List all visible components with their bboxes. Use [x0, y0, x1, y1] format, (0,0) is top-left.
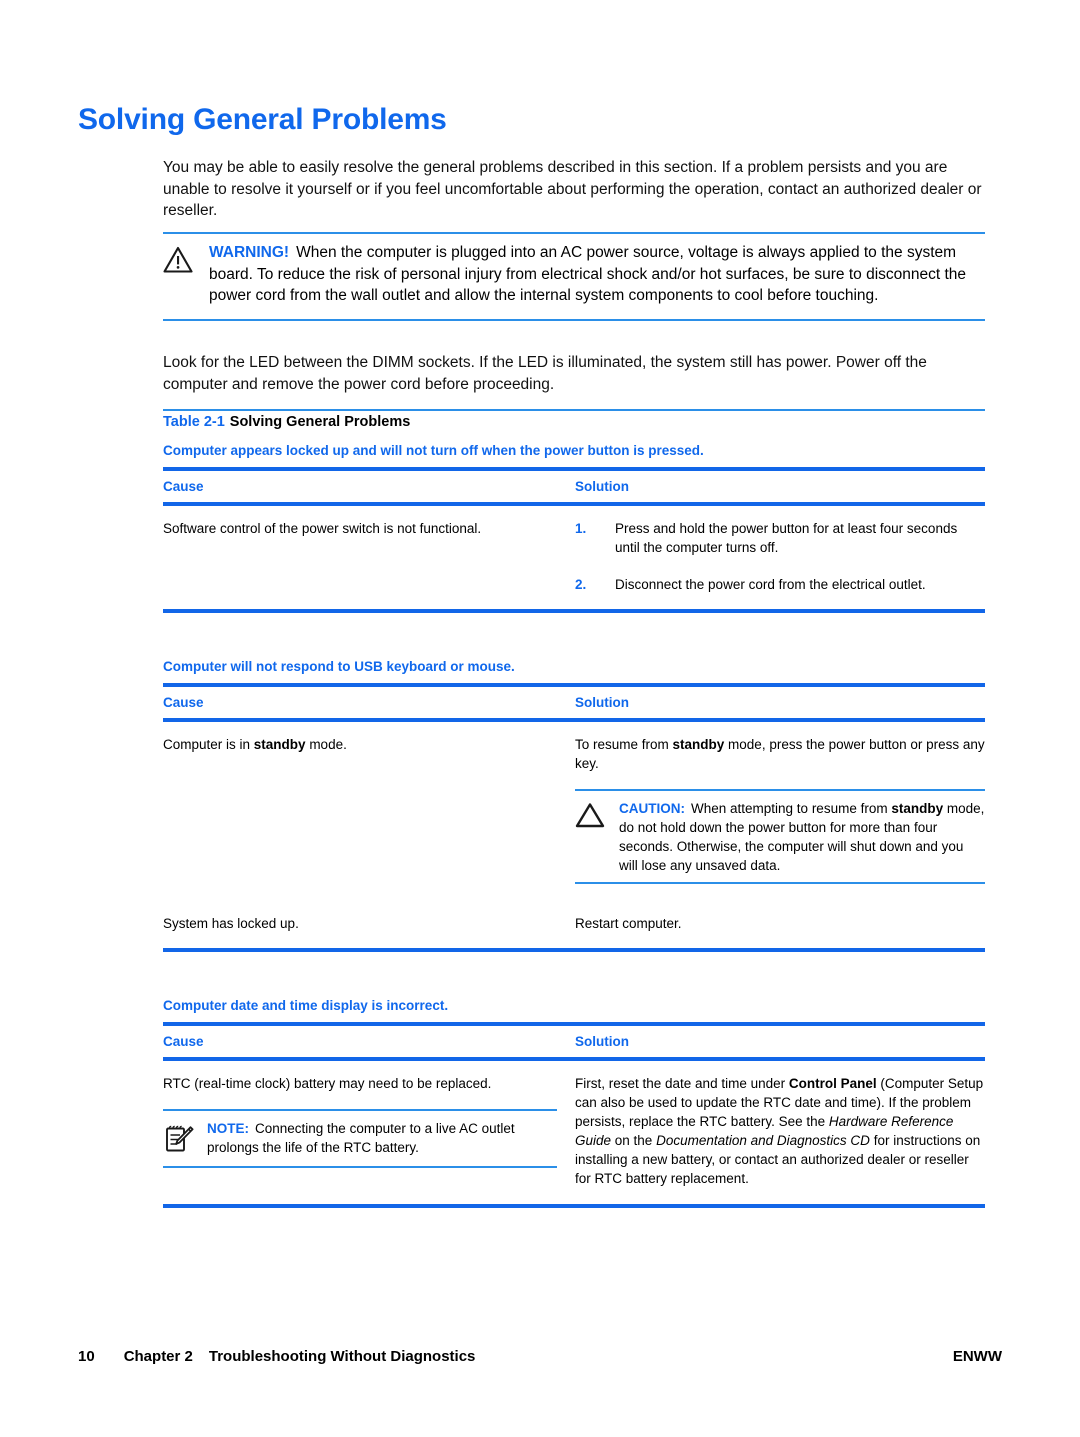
solution-text-bold: standby — [672, 737, 725, 752]
page-footer: 10 Chapter 2 Troubleshooting Without Dia… — [78, 1348, 1002, 1365]
section-title: Computer appears locked up and will not … — [163, 443, 704, 458]
header-cause: Cause — [163, 695, 204, 710]
led-note-rule — [163, 409, 985, 411]
cell-cause: RTC (real-time clock) battery may need t… — [163, 1074, 575, 1188]
note-admonition: NOTE: Connecting the computer to a live A… — [163, 1109, 557, 1168]
table-caption-title: Solving General Problems — [229, 414, 411, 430]
warning-triangle-icon — [163, 246, 209, 278]
list-item: 2. Disconnect the power cord from the el… — [575, 575, 985, 594]
caution-label: CAUTION: — [619, 801, 685, 816]
caution-text-bold: standby — [891, 801, 944, 816]
warning-admonition: WARNING! When the computer is plugged int… — [163, 232, 985, 321]
cell-cause: Computer is in standby mode. — [163, 735, 575, 884]
header-solution: Solution — [575, 479, 629, 494]
warning-rule-bottom — [163, 318, 985, 321]
cell-solution: 1. Press and hold the power button for a… — [575, 519, 985, 594]
cause-text-bold: standby — [253, 737, 306, 752]
header-solution: Solution — [575, 695, 629, 710]
step-text: Disconnect the power cord from the elect… — [615, 577, 926, 592]
cell-cause: System has locked up. — [163, 916, 299, 931]
section-rule-bottom — [163, 1204, 985, 1208]
section-title: Computer date and time display is incorr… — [163, 998, 449, 1013]
table-row: Computer is in standby mode. To resume f… — [163, 722, 985, 900]
warning-text: When the computer is plugged into an AC … — [209, 244, 967, 304]
table-header-row: Cause Solution — [163, 687, 985, 718]
table-header-row: Cause Solution — [163, 1026, 985, 1057]
header-cause: Cause — [163, 479, 204, 494]
table-row: RTC (real-time clock) battery may need t… — [163, 1061, 985, 1204]
solution-step-list: 1. Press and hold the power button for a… — [575, 519, 985, 594]
intro-section: You may be able to easily resolve the ge… — [163, 157, 985, 222]
caution-triangle-icon — [575, 802, 619, 833]
cell-solution: First, reset the date and time under Con… — [575, 1074, 985, 1188]
table-section-3: Computer date and time display is incorr… — [163, 998, 985, 1208]
cell-solution: Restart computer. — [575, 916, 682, 931]
solution-text-prefix: To resume from — [575, 737, 673, 752]
table-header-row: Cause Solution — [163, 471, 985, 502]
led-note-section: Look for the LED between the DIMM socket… — [163, 352, 985, 411]
footer-chapter: Chapter 2 — [123, 1348, 193, 1365]
step-text: Press and hold the power button for at l… — [615, 521, 958, 555]
header-solution: Solution — [575, 1034, 629, 1049]
note-label: NOTE: — [207, 1121, 249, 1136]
header-cause: Cause — [163, 1034, 204, 1049]
solving-general-problems-table: Table 2-1 Solving General Problems Comput… — [163, 414, 985, 1208]
step-number: 2. — [575, 577, 587, 592]
caution-text-block: CAUTION: When attempting to resume from s… — [619, 799, 985, 875]
solution-text: To resume from standby mode, press the p… — [575, 735, 985, 773]
cause-text-prefix: Computer is in — [163, 737, 254, 752]
intro-paragraph: You may be able to easily resolve the ge… — [163, 159, 982, 219]
warning-text-block: WARNING! When the computer is plugged int… — [209, 242, 985, 307]
table-section-2: Computer will not respond to USB keyboar… — [163, 659, 985, 952]
solution-bold-control-panel: Control Panel — [788, 1076, 877, 1091]
solution-part-3: on the — [611, 1133, 657, 1148]
table-caption: Table 2-1 Solving General Problems — [163, 414, 985, 430]
table-caption-number: Table 2-1 — [163, 414, 225, 430]
footer-chapter-title: Troubleshooting Without Diagnostics — [208, 1348, 476, 1365]
note-text: Connecting the computer to a live AC out… — [207, 1121, 515, 1155]
table-row: Software control of the power switch is … — [163, 506, 985, 609]
cell-cause: Software control of the power switch is … — [163, 521, 482, 536]
footer-locale: ENWW — [952, 1348, 1002, 1365]
footer-page-number: 10 — [78, 1348, 95, 1365]
step-number: 1. — [575, 521, 587, 536]
caution-text-prefix: When attempting to resume from — [691, 801, 892, 816]
caution-admonition: CAUTION: When attempting to resume from s… — [575, 789, 985, 884]
document-page: Solving General Problems You may be able… — [0, 0, 1080, 1437]
cell-solution: To resume from standby mode, press the p… — [575, 735, 985, 884]
table-row: System has locked up. Restart computer. — [163, 900, 985, 948]
list-item: 1. Press and hold the power button for a… — [575, 519, 985, 557]
solution-italic-documentation-cd: Documentation and Diagnostics CD — [656, 1133, 870, 1148]
cause-text-suffix: mode. — [305, 737, 347, 752]
warning-label: WARNING! — [209, 244, 290, 261]
page-title: Solving General Problems — [78, 103, 447, 136]
note-pencil-icon — [163, 1122, 207, 1159]
solution-part-1: First, reset the date and time under — [575, 1076, 789, 1091]
section-title: Computer will not respond to USB keyboar… — [163, 659, 515, 674]
table-section-1: Computer appears locked up and will not … — [163, 443, 985, 613]
led-note-paragraph: Look for the LED between the DIMM socket… — [163, 354, 927, 393]
note-text-block: NOTE: Connecting the computer to a live A… — [207, 1119, 557, 1157]
cause-text: RTC (real-time clock) battery may need t… — [163, 1076, 492, 1091]
